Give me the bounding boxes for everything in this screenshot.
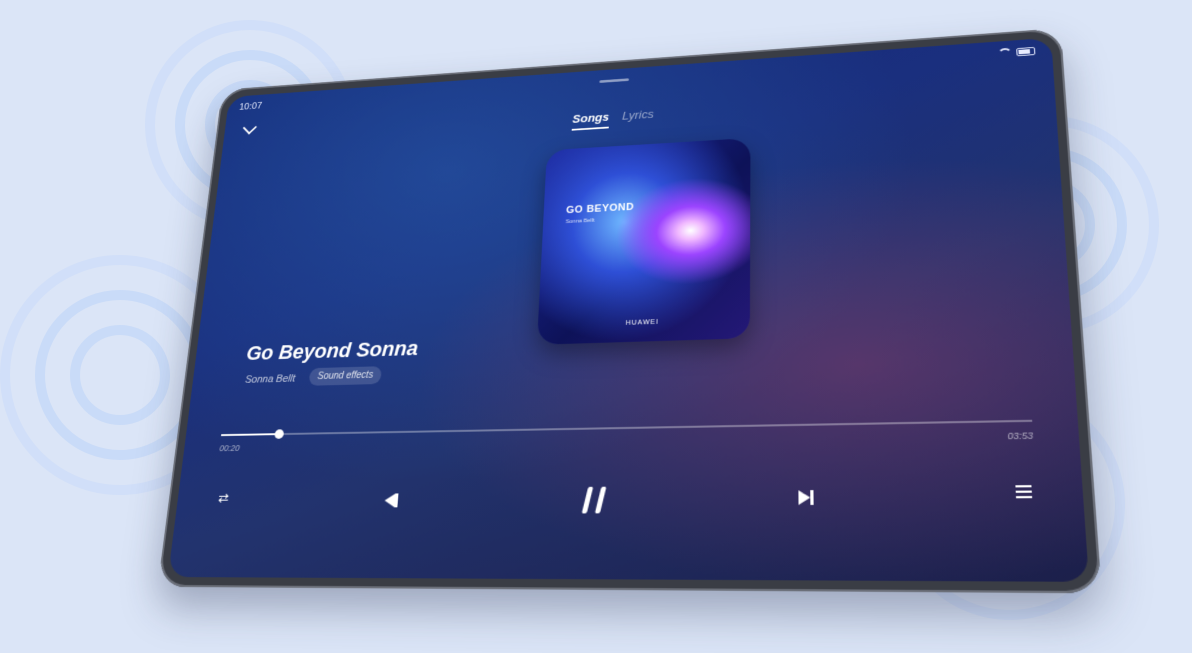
song-title: Go Beyond Sonna (245, 336, 419, 365)
repeat-icon[interactable]: ⇄ (212, 487, 234, 508)
tab-lyrics[interactable]: Lyrics (622, 107, 654, 127)
playback-controls: ⇄ (210, 471, 1038, 528)
previous-icon[interactable] (378, 487, 405, 513)
wifi-icon (997, 47, 1013, 58)
next-icon[interactable] (792, 484, 820, 512)
tab-songs[interactable]: Songs (571, 110, 610, 131)
sound-effects-button[interactable]: Sound effects (308, 366, 383, 386)
album-cover-title: GO BEYOND (565, 201, 635, 216)
progress-fill (221, 433, 280, 437)
playlist-icon[interactable] (1011, 480, 1038, 504)
drag-handle[interactable] (599, 78, 629, 83)
tablet-device: 10:07 Songs Lyrics GO BEYOND Sonna Bellt… (157, 28, 1102, 594)
album-cover-subtitle: Sonna Bellt (565, 218, 595, 225)
status-icons (997, 46, 1036, 58)
pause-icon[interactable] (573, 479, 615, 520)
artist-name[interactable]: Sonna Bellt (245, 373, 296, 385)
player-tabs: Songs Lyrics (222, 81, 1055, 153)
album-cover-brand: HUAWEI (625, 318, 659, 327)
status-time: 10:07 (238, 101, 263, 113)
time-total: 03:53 (1007, 430, 1034, 442)
progress-slider[interactable] (221, 419, 1033, 439)
album-cover[interactable]: GO BEYOND Sonna Bellt HUAWEI (536, 137, 751, 345)
progress-thumb[interactable] (274, 429, 285, 439)
time-elapsed: 00:20 (218, 443, 241, 453)
battery-icon (1016, 46, 1036, 56)
collapse-chevron-icon[interactable] (242, 120, 257, 135)
music-player-screen: 10:07 Songs Lyrics GO BEYOND Sonna Bellt… (167, 37, 1090, 582)
